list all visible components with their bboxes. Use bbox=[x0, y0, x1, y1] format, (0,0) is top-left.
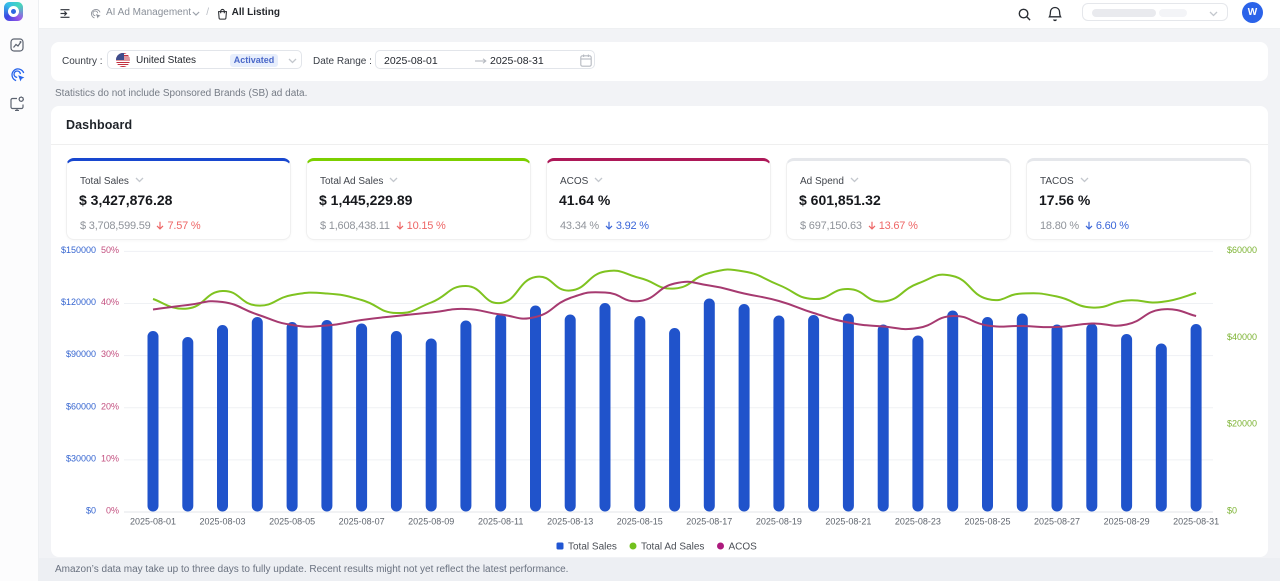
svg-text:20%: 20% bbox=[101, 401, 119, 411]
svg-text:2025-08-17: 2025-08-17 bbox=[686, 517, 732, 527]
svg-text:$0: $0 bbox=[1227, 506, 1237, 516]
svg-text:0%: 0% bbox=[106, 506, 119, 516]
svg-text:$20000: $20000 bbox=[1227, 419, 1257, 429]
svg-text:2025-08-29: 2025-08-29 bbox=[1104, 517, 1150, 527]
svg-text:$0: $0 bbox=[86, 506, 96, 516]
svg-text:2025-08-15: 2025-08-15 bbox=[617, 517, 663, 527]
svg-text:2025-08-05: 2025-08-05 bbox=[269, 517, 315, 527]
svg-text:$60000: $60000 bbox=[1227, 245, 1257, 255]
svg-text:2025-08-03: 2025-08-03 bbox=[199, 517, 245, 527]
svg-text:2025-08-19: 2025-08-19 bbox=[756, 517, 802, 527]
svg-text:$60000: $60000 bbox=[66, 401, 96, 411]
svg-text:$150000: $150000 bbox=[61, 245, 96, 255]
svg-text:10%: 10% bbox=[101, 453, 119, 463]
svg-text:2025-08-23: 2025-08-23 bbox=[895, 517, 941, 527]
svg-text:Total Sales: Total Sales bbox=[568, 542, 617, 553]
svg-text:Total Ad Sales: Total Ad Sales bbox=[641, 542, 704, 553]
svg-text:$120000: $120000 bbox=[61, 297, 96, 307]
svg-text:2025-08-13: 2025-08-13 bbox=[547, 517, 593, 527]
svg-text:2025-08-21: 2025-08-21 bbox=[825, 517, 871, 527]
svg-text:50%: 50% bbox=[101, 245, 119, 255]
svg-text:2025-08-31: 2025-08-31 bbox=[1173, 517, 1219, 527]
svg-text:2025-08-07: 2025-08-07 bbox=[339, 517, 385, 527]
svg-text:$90000: $90000 bbox=[66, 349, 96, 359]
svg-text:2025-08-01: 2025-08-01 bbox=[130, 517, 176, 527]
svg-text:40%: 40% bbox=[101, 297, 119, 307]
svg-text:2025-08-27: 2025-08-27 bbox=[1034, 517, 1080, 527]
svg-text:30%: 30% bbox=[101, 349, 119, 359]
svg-text:2025-08-09: 2025-08-09 bbox=[408, 517, 454, 527]
svg-text:2025-08-25: 2025-08-25 bbox=[964, 517, 1010, 527]
svg-text:2025-08-11: 2025-08-11 bbox=[478, 517, 523, 527]
svg-text:$40000: $40000 bbox=[1227, 332, 1257, 342]
svg-text:$30000: $30000 bbox=[66, 453, 96, 463]
svg-text:ACOS: ACOS bbox=[729, 542, 758, 553]
